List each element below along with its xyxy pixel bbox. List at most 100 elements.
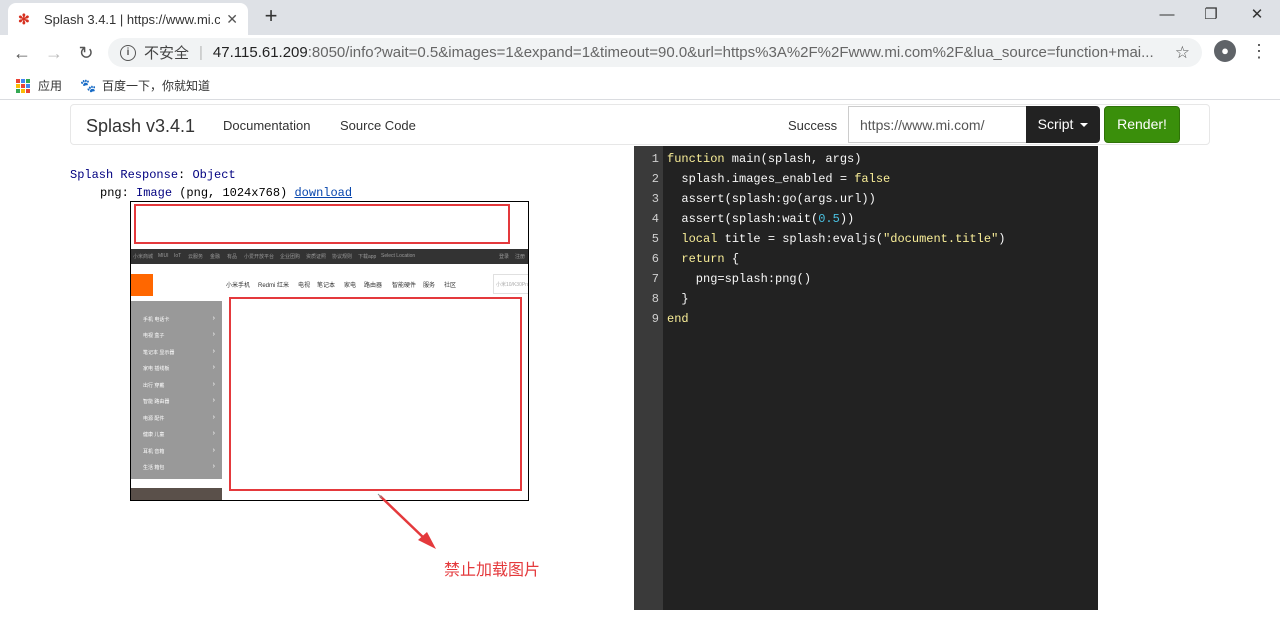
chevron-right-icon: › xyxy=(212,430,215,437)
restore-button[interactable]: ❐ xyxy=(1188,0,1234,30)
code-line[interactable]: end xyxy=(667,312,689,326)
lua-script-editor[interactable]: 1 2 3 4 5 6 7 8 9 function main(splash, args) sp… xyxy=(634,146,1098,610)
code-line[interactable]: assert(splash:go(args.url)) xyxy=(667,192,876,206)
chevron-right-icon: › xyxy=(212,315,215,322)
code-token: assert(splash:wait( xyxy=(667,212,819,226)
code-token: png=splash:png() xyxy=(667,272,812,286)
line-number: 2 xyxy=(651,172,659,186)
mi-nav-item: 路由器 xyxy=(364,283,383,289)
mi-side-label: 手机 电话卡 xyxy=(143,317,170,323)
png-type: Image xyxy=(136,186,173,200)
tab-close-icon[interactable]: ✕ xyxy=(226,11,238,28)
mi-search-box: 小米10/K30Pro xyxy=(493,274,528,294)
script-dropdown-button[interactable]: Script xyxy=(1026,106,1100,143)
mi-side-item: 手机 电话卡 › xyxy=(143,315,215,323)
download-link[interactable]: download xyxy=(294,186,352,200)
mi-topbar-item: 协议规则 xyxy=(332,254,353,260)
response-title: Splash Response xyxy=(70,168,179,182)
bookmark-apps[interactable]: 应用 xyxy=(16,77,62,94)
reload-icon[interactable]: ↻ xyxy=(72,39,100,67)
mi-topbar-item: 有品 xyxy=(227,254,238,260)
mi-topbar: 小米商城 MIUI IoT 云服务 金融 有品 小爱开放平台 企业团购 资质证照… xyxy=(131,249,528,264)
mi-side-item: 出行 穿戴 › xyxy=(143,381,215,389)
profile-avatar-icon[interactable]: ● xyxy=(1214,40,1236,62)
code-line[interactable]: } xyxy=(667,292,688,306)
nav-documentation[interactable]: Documentation xyxy=(223,118,310,133)
splash-favicon-icon: ✻ xyxy=(18,11,30,27)
code-token: return xyxy=(681,252,725,266)
bookmark-star-icon[interactable]: ☆ xyxy=(1175,43,1190,63)
mi-nav-item: 小米手机 xyxy=(226,283,251,289)
baidu-paw-icon: 🐾 xyxy=(80,77,97,93)
mi-side-label: 家电 插线板 xyxy=(143,366,170,372)
code-token: assert(splash:go(args.url)) xyxy=(667,192,876,206)
colon: : xyxy=(121,186,137,200)
mi-side-label: 耳机 音箱 xyxy=(143,449,165,455)
response-type: Object xyxy=(192,168,236,182)
code-token: "document.title" xyxy=(883,232,999,246)
code-token: title = splash:evaljs( xyxy=(717,232,884,246)
mi-topbar-item: 小爱开放平台 xyxy=(244,254,275,260)
mi-topbar-item: 登录 xyxy=(499,254,510,260)
mi-topbar-item: 注册 xyxy=(515,254,526,260)
mi-nav-item: 电视 xyxy=(298,283,311,289)
code-token: false xyxy=(854,172,891,186)
info-icon[interactable]: i xyxy=(120,44,136,61)
png-key: png xyxy=(100,186,122,200)
mi-side-item: 电源 配件 › xyxy=(143,414,215,422)
png-entry: png: Image (png, 1024x768) download xyxy=(100,184,352,202)
mi-nav-item: Redmi 红米 xyxy=(258,283,290,289)
address-separator: | xyxy=(199,44,203,61)
mi-topbar-item: 云服务 xyxy=(188,254,204,260)
code-line[interactable]: local title = splash:evaljs("document.ti… xyxy=(667,232,1005,246)
code-token: main(splash, args) xyxy=(724,152,862,166)
colon: : xyxy=(178,168,193,182)
code-line[interactable]: splash.images_enabled = false xyxy=(667,172,890,186)
bookmark-baidu[interactable]: 🐾 百度一下，你就知道 xyxy=(80,77,210,94)
minimize-button[interactable]: — xyxy=(1144,0,1190,30)
mi-topbar-item: 下载app xyxy=(358,254,377,260)
mi-topbar-item: IoT xyxy=(174,253,182,259)
code-line[interactable]: assert(splash:wait(0.5)) xyxy=(667,212,854,226)
tab-title: Splash 3.4.1 | https://www.mi.co xyxy=(44,11,221,27)
annotation-arrow-icon xyxy=(377,493,436,549)
url-input[interactable] xyxy=(848,106,1026,143)
annotation-text: 禁止加载图片 xyxy=(444,562,541,579)
address-bar[interactable]: i 不安全 | 47.115.61.209 :8050/info?wait=0.… xyxy=(108,38,1202,67)
forward-arrow-icon[interactable]: → xyxy=(40,39,68,67)
mi-nav-item: 智能硬件 xyxy=(392,283,417,289)
code-token: ) xyxy=(998,232,1006,246)
splash-brand[interactable]: Splash v3.4.1 xyxy=(86,116,195,137)
mi-nav-item: 社区 xyxy=(444,283,457,289)
mi-category-sidebar: 手机 电话卡 › 电视 盒子 › 笔记本 显示器 › 家电 插线板 › 出行 穿戴 › 智… xyxy=(131,301,222,479)
nav-source-code[interactable]: Source Code xyxy=(340,118,416,133)
code-token: function xyxy=(667,152,725,166)
render-button[interactable]: Render! xyxy=(1104,106,1180,143)
code-line[interactable]: return { xyxy=(667,252,739,266)
mi-side-item: 家电 插线板 › xyxy=(143,364,215,372)
line-number: 1 xyxy=(651,152,659,166)
line-number: 9 xyxy=(651,312,659,326)
line-number: 7 xyxy=(651,272,659,286)
close-window-button[interactable]: ✕ xyxy=(1234,0,1280,30)
new-tab-button[interactable]: + xyxy=(258,4,284,30)
mi-nav-item: 服务 xyxy=(423,283,436,289)
mi-side-item: 耳机 音箱 › xyxy=(143,447,215,455)
mi-topbar-item: 小米商城 xyxy=(133,254,154,260)
mi-side-label: 电视 盒子 xyxy=(143,333,165,339)
back-arrow-icon[interactable]: ← xyxy=(8,39,36,67)
menu-kebab-icon[interactable]: ⋮ xyxy=(1250,38,1268,64)
mi-topbar-item: 资质证照 xyxy=(306,254,327,260)
line-number: 4 xyxy=(651,212,659,226)
mi-side-label: 生活 箱包 xyxy=(143,465,165,471)
chevron-right-icon: › xyxy=(212,331,215,338)
chevron-right-icon: › xyxy=(212,414,215,421)
code-token: { xyxy=(724,252,740,266)
code-line[interactable]: png=splash:png() xyxy=(667,272,811,286)
code-line[interactable]: function main(splash, args) xyxy=(667,152,861,166)
chevron-right-icon: › xyxy=(212,364,215,371)
tab-strip: ✻ Splash 3.4.1 | https://www.mi.co ✕ + —… xyxy=(0,0,1280,35)
highlight-main-image xyxy=(229,297,522,491)
browser-tab[interactable]: ✻ Splash 3.4.1 | https://www.mi.co ✕ xyxy=(8,3,248,35)
